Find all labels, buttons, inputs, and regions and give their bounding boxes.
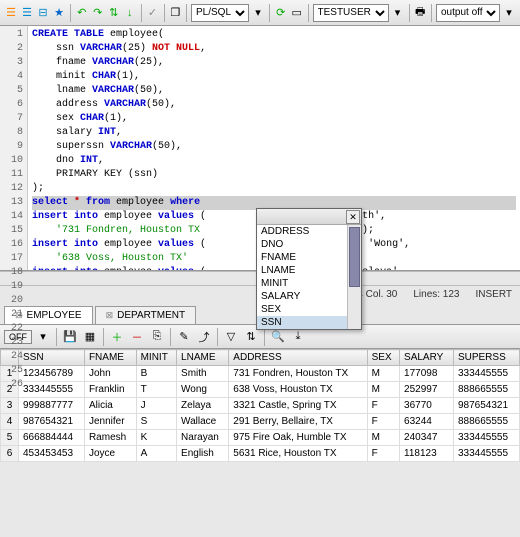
- refresh-icon[interactable]: ⟳: [274, 4, 288, 22]
- sort-icon[interactable]: ⇅: [242, 328, 260, 346]
- status-mode: INSERT: [476, 289, 513, 300]
- list-icon[interactable]: ☰: [4, 4, 18, 22]
- autocomplete-item[interactable]: FNAME: [257, 251, 347, 264]
- plus-icon[interactable]: ＋: [108, 328, 126, 346]
- undo-icon[interactable]: ↶: [75, 4, 89, 22]
- main-toolbar: ☰ ☰ ⊟ ★ ↶ ↷ ⇅ ↓ ✓ ❐ PL/SQL ▾ ⟳ ▭ TESTUSE…: [0, 0, 520, 26]
- grid-add-icon[interactable]: ▦: [81, 328, 99, 346]
- check-icon[interactable]: ✓: [146, 4, 160, 22]
- filter-icon[interactable]: ▽: [222, 328, 240, 346]
- autocomplete-item[interactable]: SALARY: [257, 290, 347, 303]
- column-header[interactable]: ADDRESS: [229, 350, 367, 366]
- output-select[interactable]: output off: [436, 4, 500, 22]
- column-header[interactable]: SEX: [367, 350, 399, 366]
- autocomplete-item[interactable]: SEX: [257, 303, 347, 316]
- table-row[interactable]: 6453453453JoyceAEnglish5631 Rice, Housto…: [1, 446, 520, 462]
- result-grid: SSNFNAMEMINITLNAMEADDRESSSEXSALARYSUPERS…: [0, 349, 520, 462]
- redo-icon[interactable]: ↷: [91, 4, 105, 22]
- autocomplete-item[interactable]: SSN: [257, 316, 347, 329]
- column-header[interactable]: MINIT: [136, 350, 176, 366]
- table-row[interactable]: 2333445555FranklinTWong638 Voss, Houston…: [1, 382, 520, 398]
- autocomplete-popup: ✕ ADDRESSDNOFNAMELNAMEMINITSALARYSEXSSN: [256, 208, 362, 330]
- autocomplete-item[interactable]: LNAME: [257, 264, 347, 277]
- swap-icon[interactable]: ⇅: [107, 4, 121, 22]
- autocomplete-scrollbar[interactable]: [347, 225, 361, 329]
- table-row[interactable]: 4987654321JenniferSWallace291 Berry, Bel…: [1, 414, 520, 430]
- autocomplete-list[interactable]: ADDRESSDNOFNAMELNAMEMINITSALARYSEXSSN: [257, 225, 347, 329]
- find-icon[interactable]: 🔍: [269, 328, 287, 346]
- goto-icon[interactable]: ⤴: [195, 328, 213, 346]
- language-select[interactable]: PL/SQL: [191, 4, 249, 22]
- autocomplete-item[interactable]: DNO: [257, 238, 347, 251]
- export-icon[interactable]: ⤓: [289, 328, 307, 346]
- dup-icon[interactable]: ⎘: [148, 328, 166, 346]
- tab-department[interactable]: ⊠DEPARTMENT: [95, 306, 197, 324]
- autocomplete-item[interactable]: ADDRESS: [257, 225, 347, 238]
- column-header[interactable]: SSN: [19, 350, 85, 366]
- dropdown2-icon[interactable]: ▾: [391, 4, 405, 22]
- autocomplete-item[interactable]: MINIT: [257, 277, 347, 290]
- line-gutter: 1234567891011121314151617181920212223242…: [0, 26, 28, 270]
- table-row[interactable]: 3999887777AliciaJZelaya3321 Castle, Spri…: [1, 398, 520, 414]
- data-table[interactable]: SSNFNAMEMINITLNAMEADDRESSSEXSALARYSUPERS…: [0, 349, 520, 462]
- column-header[interactable]: LNAME: [177, 350, 229, 366]
- dropdown-icon[interactable]: ▾: [34, 328, 52, 346]
- user-select[interactable]: TESTUSER: [313, 4, 389, 22]
- table-row[interactable]: 1123456789JohnBSmith731 Fondren, Houston…: [1, 366, 520, 382]
- column-header[interactable]: FNAME: [84, 350, 136, 366]
- print-icon[interactable]: 🖶: [413, 4, 427, 22]
- dropdown-icon[interactable]: ▾: [251, 4, 265, 22]
- column-header[interactable]: SUPERSS: [453, 350, 519, 366]
- star-icon[interactable]: ★: [52, 4, 66, 22]
- page-icon[interactable]: ▭: [290, 4, 304, 22]
- edit-icon[interactable]: ✎: [175, 328, 193, 346]
- table-row[interactable]: 5666884444RameshKNarayan975 Fire Oak, Hu…: [1, 430, 520, 446]
- code-editor: 1234567891011121314151617181920212223242…: [0, 26, 520, 271]
- save-icon[interactable]: 💾: [61, 328, 79, 346]
- close-icon[interactable]: ⊠: [106, 310, 114, 321]
- column-header[interactable]: SALARY: [400, 350, 454, 366]
- minus-icon[interactable]: －: [128, 328, 146, 346]
- down-icon[interactable]: ↓: [123, 4, 137, 22]
- status-lines: Lines: 123: [413, 289, 459, 300]
- copy-icon[interactable]: ❐: [168, 4, 182, 22]
- list2-icon[interactable]: ☰: [20, 4, 34, 22]
- dropdown3-icon[interactable]: ▾: [502, 4, 516, 22]
- tree-icon[interactable]: ⊟: [36, 4, 50, 22]
- close-icon[interactable]: ✕: [346, 210, 360, 224]
